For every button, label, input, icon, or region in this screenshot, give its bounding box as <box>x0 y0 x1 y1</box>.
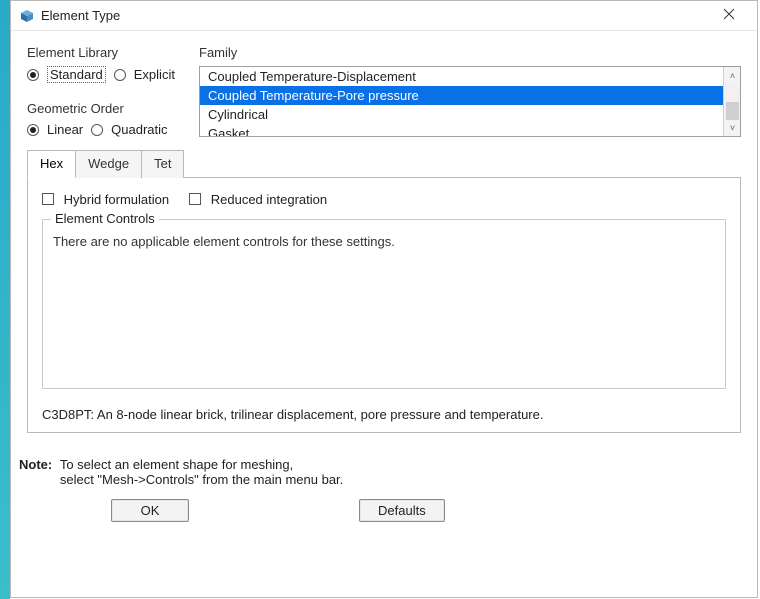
tab-panel-hex: Hybrid formulation Reduced integration E… <box>27 177 741 433</box>
titlebar: Element Type <box>11 1 757 31</box>
note-line1: To select an element shape for meshing, <box>60 457 293 472</box>
note-line2: select "Mesh->Controls" from the main me… <box>60 472 343 487</box>
radio-explicit[interactable] <box>114 69 126 81</box>
family-item-2[interactable]: Cylindrical <box>200 105 723 124</box>
tab-tet[interactable]: Tet <box>142 150 184 178</box>
note-body: To select an element shape for meshing, … <box>60 457 343 487</box>
family-item-0[interactable]: Coupled Temperature-Displacement <box>200 67 723 86</box>
button-row: OK Defaults <box>11 493 757 532</box>
radio-standard-label[interactable]: Standard <box>47 66 106 83</box>
background-app-edge <box>0 0 10 599</box>
window-title: Element Type <box>41 8 709 23</box>
family-listbox[interactable]: Coupled Temperature-Displacement Coupled… <box>199 66 741 137</box>
note-label: Note: <box>19 457 52 472</box>
chevron-up-icon: ˄ <box>730 71 735 81</box>
family-item-3[interactable]: Gasket <box>200 124 723 137</box>
tabstrip: Hex Wedge Tet <box>27 149 741 177</box>
element-controls-fieldset: Element Controls There are no applicable… <box>42 219 726 389</box>
note-block: Note: To select an element shape for mes… <box>11 441 757 493</box>
geometric-order-label: Geometric Order <box>27 101 185 116</box>
close-button[interactable] <box>709 3 749 29</box>
element-library-group: Element Library Standard Explicit <box>27 45 185 83</box>
close-icon <box>723 7 735 24</box>
checkbox-reduced-label[interactable]: Reduced integration <box>211 192 327 207</box>
radio-quadratic[interactable] <box>91 124 103 136</box>
element-controls-legend: Element Controls <box>51 211 159 226</box>
ok-button[interactable]: OK <box>111 499 189 522</box>
app-icon <box>19 8 35 24</box>
scroll-thumb[interactable] <box>726 102 739 120</box>
checkbox-reduced[interactable] <box>189 193 201 205</box>
radio-linear[interactable] <box>27 124 39 136</box>
element-controls-text: There are no applicable element controls… <box>53 234 715 249</box>
radio-explicit-label[interactable]: Explicit <box>134 67 175 82</box>
element-type-dialog: Element Type Element Library Standard Ex… <box>10 0 758 598</box>
radio-linear-label[interactable]: Linear <box>47 122 83 137</box>
scroll-down-button[interactable]: ˅ <box>724 119 741 136</box>
element-description: C3D8PT: An 8-node linear brick, trilinea… <box>42 407 726 422</box>
defaults-button[interactable]: Defaults <box>359 499 445 522</box>
geometric-order-group: Geometric Order Linear Quadratic <box>27 101 185 137</box>
scroll-track[interactable] <box>724 84 740 119</box>
checkbox-hybrid[interactable] <box>42 193 54 205</box>
hybrid-formulation-option[interactable]: Hybrid formulation <box>42 192 169 207</box>
tab-wedge[interactable]: Wedge <box>76 150 142 178</box>
family-scrollbar[interactable]: ˄ ˅ <box>723 67 740 136</box>
radio-quadratic-label[interactable]: Quadratic <box>111 122 167 137</box>
checkbox-hybrid-label[interactable]: Hybrid formulation <box>64 192 170 207</box>
radio-standard[interactable] <box>27 69 39 81</box>
tab-hex[interactable]: Hex <box>27 150 76 178</box>
family-item-1[interactable]: Coupled Temperature-Pore pressure <box>200 86 723 105</box>
element-library-label: Element Library <box>27 45 185 60</box>
chevron-down-icon: ˅ <box>730 123 735 133</box>
reduced-integration-option[interactable]: Reduced integration <box>189 192 327 207</box>
scroll-up-button[interactable]: ˄ <box>724 67 741 84</box>
family-label: Family <box>199 45 741 60</box>
